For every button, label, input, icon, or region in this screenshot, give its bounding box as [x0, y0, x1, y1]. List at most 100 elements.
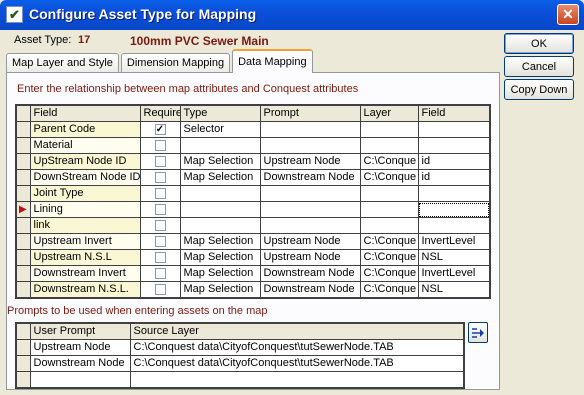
required-checkbox[interactable]: ✓ [154, 123, 166, 135]
column-header-user-prompt[interactable]: User Prompt [30, 323, 131, 340]
prompt-cell[interactable] [260, 121, 361, 138]
required-cell[interactable] [140, 281, 181, 299]
map-field-cell[interactable]: id [418, 153, 491, 170]
type-cell[interactable]: Map Selection [180, 249, 261, 266]
field-cell[interactable]: Upstream N.S.L [30, 249, 141, 266]
field-cell[interactable]: Downstream N.S.L. [30, 281, 141, 299]
prompt-cell[interactable]: Downstream Node [260, 281, 361, 299]
map-field-cell[interactable] [418, 121, 491, 138]
column-header-require[interactable]: Require [140, 105, 181, 122]
row-selector[interactable] [16, 355, 31, 372]
title-bar[interactable]: ✔ Configure Asset Type for Mapping ✕ [0, 0, 584, 30]
source-layer-cell[interactable]: C:\Conquest data\CityofConquest\tutSewer… [130, 339, 465, 356]
required-checkbox[interactable] [154, 251, 166, 263]
type-cell[interactable] [180, 137, 261, 154]
layer-cell[interactable]: C:\Conque [360, 169, 419, 186]
user-prompt-cell[interactable]: Upstream Node [30, 339, 131, 356]
mapping-row[interactable]: ▶ Lining [16, 201, 491, 218]
prompt-cell[interactable] [260, 217, 361, 234]
required-cell[interactable] [140, 137, 181, 154]
required-cell[interactable] [140, 185, 181, 202]
row-selector[interactable] [16, 265, 31, 282]
field-cell[interactable]: Downstream Invert [30, 265, 141, 282]
map-field-cell[interactable] [418, 185, 491, 202]
required-cell[interactable] [140, 201, 181, 218]
map-field-cell[interactable]: InvertLevel [418, 265, 491, 282]
required-cell[interactable] [140, 217, 181, 234]
type-cell[interactable] [180, 201, 261, 218]
type-cell[interactable]: Map Selection [180, 281, 261, 299]
layer-cell[interactable]: C:\Conque [360, 265, 419, 282]
type-cell[interactable] [180, 217, 261, 234]
field-cell[interactable]: Parent Code [30, 121, 141, 138]
required-checkbox[interactable] [154, 187, 166, 199]
type-cell[interactable] [180, 185, 261, 202]
mapping-row[interactable]: Joint Type [16, 185, 491, 202]
required-cell[interactable] [140, 233, 181, 250]
required-checkbox[interactable] [154, 267, 166, 279]
column-header-type[interactable]: Type [180, 105, 261, 122]
required-cell[interactable]: ✓ [140, 121, 181, 138]
mapping-row[interactable]: DownStream Node ID Map Selection Downstrea… [16, 169, 491, 186]
row-selector[interactable] [16, 281, 31, 299]
layer-cell[interactable]: C:\Conque [360, 281, 419, 299]
field-cell[interactable]: Lining [30, 201, 141, 218]
required-checkbox[interactable] [154, 139, 166, 151]
required-checkbox[interactable] [154, 171, 166, 183]
mapping-row[interactable]: Upstream Invert Map Selection Upstream Nod… [16, 233, 491, 250]
type-cell[interactable]: Map Selection [180, 153, 261, 170]
required-checkbox[interactable] [154, 155, 166, 167]
mapping-row[interactable]: Downstream N.S.L. Map Selection Downstream… [16, 281, 491, 299]
copy-down-button[interactable]: Copy Down [504, 79, 574, 100]
type-cell[interactable]: Map Selection [180, 169, 261, 186]
layer-cell[interactable] [360, 137, 419, 154]
field-cell[interactable]: Joint Type [30, 185, 141, 202]
user-prompt-cell[interactable]: Downstream Node [30, 355, 131, 372]
column-header-prompt[interactable]: Prompt [260, 105, 361, 122]
map-field-cell[interactable]: NSL [418, 249, 491, 266]
column-header-field[interactable]: Field [30, 105, 141, 122]
prompt-row[interactable] [16, 371, 465, 388]
prompt-row[interactable]: Upstream Node C:\Conquest data\CityofConq… [16, 339, 465, 356]
mapping-row[interactable]: link [16, 217, 491, 234]
row-selector[interactable] [16, 153, 31, 170]
layer-cell[interactable]: C:\Conque [360, 249, 419, 266]
source-layer-cell[interactable] [130, 371, 465, 388]
map-field-cell[interactable]: id [418, 169, 491, 186]
prompt-cell[interactable] [260, 137, 361, 154]
row-selector[interactable] [16, 233, 31, 250]
required-cell[interactable] [140, 169, 181, 186]
row-selector[interactable] [16, 169, 31, 186]
type-cell[interactable]: Map Selection [180, 265, 261, 282]
layer-cell[interactable]: C:\Conque [360, 233, 419, 250]
close-button[interactable]: ✕ [557, 4, 579, 25]
column-header-map-field[interactable]: Field [418, 105, 491, 122]
column-header-source-layer[interactable]: Source Layer [130, 323, 465, 340]
map-field-cell[interactable] [418, 201, 491, 218]
prompt-cell[interactable]: Upstream Node [260, 249, 361, 266]
row-selector[interactable] [16, 249, 31, 266]
mapping-row[interactable]: Downstream Invert Map Selection Downstream… [16, 265, 491, 282]
mapping-row[interactable]: Parent Code ✓ Selector [16, 121, 491, 138]
field-cell[interactable]: UpStream Node ID [30, 153, 141, 170]
prompt-cell[interactable] [260, 185, 361, 202]
map-field-cell[interactable] [418, 217, 491, 234]
row-selector[interactable] [16, 121, 31, 138]
row-selector[interactable]: ▶ [16, 201, 31, 218]
insert-arrow-button[interactable] [468, 322, 488, 343]
field-cell[interactable]: link [30, 217, 141, 234]
row-selector[interactable] [16, 339, 31, 356]
field-cell[interactable]: Upstream Invert [30, 233, 141, 250]
type-cell[interactable]: Map Selection [180, 233, 261, 250]
mapping-row[interactable]: Upstream N.S.L Map Selection Upstream Node… [16, 249, 491, 266]
layer-cell[interactable] [360, 185, 419, 202]
layer-cell[interactable] [360, 201, 419, 218]
prompt-cell[interactable]: Downstream Node [260, 169, 361, 186]
required-cell[interactable] [140, 153, 181, 170]
prompt-row[interactable]: Downstream Node C:\Conquest data\CityofCo… [16, 355, 465, 372]
row-selector[interactable] [16, 137, 31, 154]
tab-dimension-mapping[interactable]: Dimension Mapping [120, 53, 231, 73]
map-field-cell[interactable]: InvertLevel [418, 233, 491, 250]
ok-button[interactable]: OK [504, 33, 574, 54]
prompt-cell[interactable]: Upstream Node [260, 233, 361, 250]
